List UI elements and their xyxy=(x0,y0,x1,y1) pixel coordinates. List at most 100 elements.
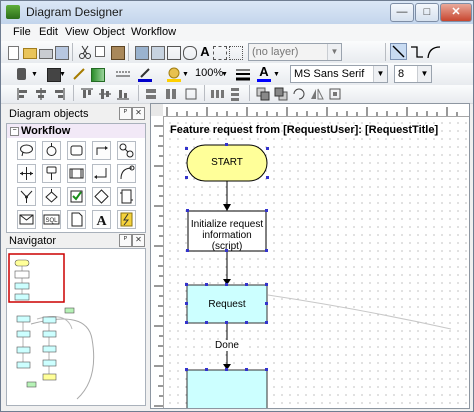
rectangle-tool-icon[interactable] xyxy=(165,44,181,60)
copy-icon[interactable] xyxy=(93,44,109,60)
text-shape-icon[interactable]: A xyxy=(92,210,111,229)
title-bar[interactable]: Diagram Designer — □ ✕ xyxy=(1,1,473,24)
cut-icon[interactable] xyxy=(77,44,93,60)
chevron-down-icon[interactable]: ▼ xyxy=(373,66,387,82)
pen-color-icon[interactable] xyxy=(137,66,153,82)
arrowhead-icon xyxy=(223,204,231,211)
initialize-node-label: Initialize request information (script) xyxy=(190,219,264,252)
step-shape-icon[interactable] xyxy=(42,164,61,183)
same-height-icon[interactable] xyxy=(163,86,179,102)
align-bottom-icon[interactable] xyxy=(115,86,131,102)
process-shape-icon[interactable] xyxy=(67,141,86,160)
menu-edit[interactable]: Edit xyxy=(39,26,58,38)
center-page-icon[interactable] xyxy=(327,86,343,102)
toolbar-format: ▼ ▼ ▼ 100% ▼ A ▼ MS Sans Serif ▼ 8 ▼ xyxy=(1,63,473,86)
merge-shape-icon[interactable] xyxy=(17,187,36,206)
elbow-line-icon[interactable] xyxy=(409,44,425,60)
menu-workflow[interactable]: Workflow xyxy=(131,26,176,38)
brush-icon[interactable] xyxy=(71,66,87,82)
highlight-icon[interactable] xyxy=(166,66,182,82)
rotate-icon[interactable] xyxy=(291,86,307,102)
diagram-shapes xyxy=(185,143,452,408)
curve-connector-shape-icon[interactable] xyxy=(117,164,136,183)
same-size-icon[interactable] xyxy=(183,86,199,102)
align-top-icon[interactable] xyxy=(79,86,95,102)
connector-shape-icon[interactable] xyxy=(117,141,136,160)
parallel-shape-icon[interactable] xyxy=(117,187,136,206)
image-icon[interactable] xyxy=(133,44,149,60)
chevron-down-icon[interactable]: ▼ xyxy=(327,44,341,60)
menu-file[interactable]: File xyxy=(13,26,31,38)
workflow-group-header[interactable]: − Workflow xyxy=(7,124,145,138)
same-width-icon[interactable] xyxy=(143,86,159,102)
diagram-canvas[interactable]: Feature request from [RequestUser]: [Req… xyxy=(150,103,470,409)
navigator-title: Navigator xyxy=(9,235,57,247)
space-vertical-icon[interactable] xyxy=(227,86,243,102)
document-shape-icon[interactable] xyxy=(67,210,86,229)
space-horizontal-icon[interactable] xyxy=(209,86,225,102)
ungroup-icon[interactable] xyxy=(227,44,243,60)
speech-bubble-shape-icon[interactable] xyxy=(17,141,36,160)
send-to-back-icon[interactable] xyxy=(273,86,289,102)
subprocess-shape-icon[interactable] xyxy=(67,164,86,183)
edge-label-done[interactable]: Done xyxy=(211,340,243,351)
pin-icon[interactable]: ᴾ xyxy=(119,234,132,247)
maximize-button[interactable]: □ xyxy=(415,3,439,22)
checkbox-task-shape-icon[interactable] xyxy=(67,187,86,206)
new-file-icon[interactable] xyxy=(5,44,21,60)
pin-icon[interactable]: ᴾ xyxy=(119,107,132,120)
curved-line-icon[interactable] xyxy=(426,44,442,60)
group-icon[interactable] xyxy=(211,44,227,60)
connector-curve[interactable] xyxy=(267,294,452,330)
line-width-icon[interactable] xyxy=(235,66,251,82)
paste-icon[interactable] xyxy=(109,44,125,60)
font-name-select[interactable]: MS Sans Serif ▼ xyxy=(290,65,388,83)
menu-object[interactable]: Object xyxy=(93,26,125,38)
flip-icon[interactable] xyxy=(309,86,325,102)
toolbar-alignment xyxy=(1,85,473,104)
menu-bar: File Edit View Object Workflow xyxy=(1,24,473,41)
bring-to-front-icon[interactable] xyxy=(255,86,271,102)
svg-text:A: A xyxy=(96,214,107,228)
font-color-icon[interactable]: A xyxy=(256,65,272,82)
close-button[interactable]: ✕ xyxy=(440,3,472,22)
chevron-down-icon[interactable]: ▼ xyxy=(417,66,431,82)
straight-line-icon[interactable] xyxy=(390,43,407,60)
loop-shape-icon[interactable] xyxy=(92,141,111,160)
fork-shape-icon[interactable] xyxy=(17,164,36,183)
menu-view[interactable]: View xyxy=(65,26,89,38)
gradient-icon[interactable] xyxy=(89,66,105,82)
align-left-icon[interactable] xyxy=(15,86,31,102)
zoom-level[interactable]: 100% xyxy=(195,67,223,79)
diamond-shape-icon[interactable] xyxy=(92,187,111,206)
terminator-shape-icon[interactable] xyxy=(42,141,61,160)
print-icon[interactable] xyxy=(37,44,53,60)
navigator-panel[interactable] xyxy=(6,248,146,406)
layer-select[interactable]: (no layer) ▼ xyxy=(248,43,342,61)
return-arrow-shape-icon[interactable] xyxy=(92,164,111,183)
insert-picture-icon[interactable] xyxy=(149,44,165,60)
align-right-icon[interactable] xyxy=(51,86,67,102)
close-icon[interactable]: ✕ xyxy=(132,234,145,247)
separator xyxy=(73,85,74,101)
next-node[interactable] xyxy=(186,369,268,408)
minimize-button[interactable]: — xyxy=(390,3,414,22)
align-middle-icon[interactable] xyxy=(97,86,113,102)
diagram-objects-title: Diagram objects xyxy=(9,108,89,120)
font-size-select[interactable]: 8 ▼ xyxy=(394,65,432,83)
close-icon[interactable]: ✕ xyxy=(132,107,145,120)
print-preview-icon[interactable] xyxy=(53,44,69,60)
email-shape-icon[interactable] xyxy=(17,210,36,229)
open-folder-icon[interactable] xyxy=(21,44,37,60)
ellipse-tool-icon[interactable] xyxy=(181,44,197,60)
script-shape-icon[interactable] xyxy=(117,210,136,229)
separator xyxy=(128,43,129,61)
sql-shape-icon[interactable]: SQL xyxy=(42,210,61,229)
align-center-icon[interactable] xyxy=(33,86,49,102)
collapse-icon[interactable]: − xyxy=(10,127,19,136)
fill-bucket-icon[interactable] xyxy=(15,66,31,82)
decision-shape-icon[interactable] xyxy=(42,187,61,206)
line-style-icon[interactable] xyxy=(115,66,131,82)
navigator-header: Navigator ᴾ ✕ xyxy=(6,233,146,249)
font-size-value: 8 xyxy=(398,68,405,80)
